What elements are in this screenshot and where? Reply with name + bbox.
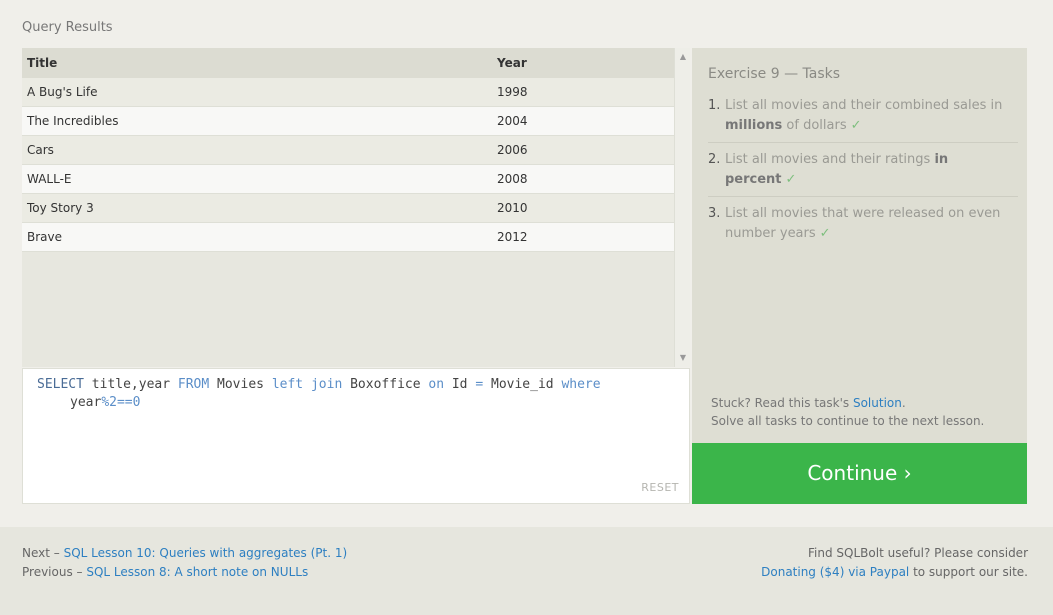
table-row: Cars 2006: [22, 136, 674, 165]
code-token: Id: [444, 377, 476, 392]
code-token: Boxoffice: [342, 377, 429, 392]
table-row: Toy Story 3 2010: [22, 194, 674, 223]
stuck-suffix: .: [901, 396, 906, 410]
column-header-year: Year: [497, 56, 527, 70]
footer: Next – SQL Lesson 10: Queries with aggre…: [0, 527, 1053, 615]
results-scrollbar[interactable]: ▲ ▼: [674, 48, 690, 367]
code-token: =: [475, 377, 484, 392]
task-number: 2.: [708, 152, 721, 167]
lesson-navigation: Next – SQL Lesson 10: Queries with aggre…: [22, 544, 347, 582]
code-token: SELECT: [37, 377, 84, 392]
cell-year: 1998: [497, 85, 528, 99]
tasks-panel: Exercise 9 — Tasks 1. List all movies and…: [692, 48, 1027, 443]
code-token: title,year: [83, 377, 178, 392]
cell-title: WALL-E: [27, 172, 72, 186]
cell-title: A Bug's Life: [27, 85, 98, 99]
cell-title: The Incredibles: [27, 114, 119, 128]
scroll-up-arrow-icon[interactable]: ▲: [675, 50, 691, 64]
results-panel: Title Year A Bug's Life 1998 The Incredibl…: [22, 48, 690, 367]
previous-prefix: Previous –: [22, 565, 87, 579]
support-message: Find SQLBolt useful? Please consider Don…: [761, 544, 1028, 582]
task-text: List all movies and their ratings in per…: [725, 150, 1018, 190]
stuck-help: Stuck? Read this task's Solution. Solve …: [711, 394, 984, 430]
checkmark-icon: ✓: [850, 118, 862, 133]
next-prefix: Next –: [22, 546, 64, 560]
cell-year: 2010: [497, 201, 528, 215]
cell-title: Cars: [27, 143, 54, 157]
task-text-part: List all movies and their combined sales…: [725, 98, 1003, 113]
code-line-2: year%2==0: [37, 394, 677, 412]
solve-all-text: Solve all tasks to continue to the next …: [711, 414, 985, 428]
checkmark-icon: ✓: [785, 172, 797, 187]
results-table: Title Year A Bug's Life 1998 The Incredibl…: [22, 48, 674, 252]
sql-code[interactable]: SELECT title,year FROM Movies left join …: [37, 376, 677, 412]
tasks-title: Exercise 9 — Tasks: [708, 66, 841, 82]
solution-link[interactable]: Solution: [853, 396, 902, 410]
cell-year: 2004: [497, 114, 528, 128]
code-token: Movies: [209, 377, 272, 392]
code-token: year: [70, 395, 102, 410]
checkmark-icon: ✓: [819, 226, 831, 241]
cell-year: 2006: [497, 143, 528, 157]
support-line-1: Find SQLBolt useful? Please consider: [808, 546, 1028, 560]
task-item: 1. List all movies and their combined sal…: [708, 96, 1018, 143]
task-text: List all movies and their combined sales…: [725, 96, 1018, 136]
column-header-title: Title: [27, 56, 58, 70]
cell-title: Brave: [27, 230, 63, 244]
task-number: 1.: [708, 98, 721, 113]
code-token: left join: [271, 377, 343, 392]
table-row: A Bug's Life 1998: [22, 78, 674, 107]
cell-year: 2012: [497, 230, 528, 244]
table-row: Brave 2012: [22, 223, 674, 252]
continue-button[interactable]: Continue ›: [692, 443, 1027, 504]
table-row: WALL-E 2008: [22, 165, 674, 194]
task-item: 3. List all movies that were released on …: [708, 204, 1018, 250]
task-text-part: of dollars: [782, 118, 847, 133]
support-suffix: to support our site.: [909, 565, 1028, 579]
query-results-label: Query Results: [22, 20, 113, 35]
table-header-row: Title Year: [22, 48, 674, 78]
cell-year: 2008: [497, 172, 528, 186]
sql-editor[interactable]: SELECT title,year FROM Movies left join …: [22, 368, 690, 504]
code-token: on: [428, 377, 445, 392]
previous-lesson-link[interactable]: SQL Lesson 8: A short note on NULLs: [86, 565, 308, 579]
code-token: Movie_id: [483, 377, 562, 392]
code-token: where: [561, 377, 601, 392]
task-number: 3.: [708, 206, 721, 221]
code-token: FROM: [177, 377, 210, 392]
reset-button[interactable]: RESET: [641, 481, 679, 494]
task-item: 2. List all movies and their ratings in p…: [708, 150, 1018, 197]
next-lesson-link[interactable]: SQL Lesson 10: Queries with aggregates (…: [64, 546, 348, 560]
donate-link[interactable]: Donating ($4) via Paypal: [761, 565, 909, 579]
task-emphasis: millions: [725, 118, 783, 133]
task-text: List all movies that were released on ev…: [725, 204, 1018, 244]
code-token: %2==0: [101, 395, 141, 410]
task-list: 1. List all movies and their combined sal…: [708, 96, 1018, 257]
scroll-down-arrow-icon[interactable]: ▼: [675, 351, 691, 365]
task-text-part: List all movies and their ratings: [725, 152, 935, 167]
task-text-part: List all movies that were released on ev…: [725, 206, 1001, 241]
code-line-1: SELECT title,year FROM Movies left join …: [37, 376, 677, 394]
table-row: The Incredibles 2004: [22, 107, 674, 136]
cell-title: Toy Story 3: [27, 201, 94, 215]
stuck-prefix: Stuck? Read this task's: [711, 396, 853, 410]
